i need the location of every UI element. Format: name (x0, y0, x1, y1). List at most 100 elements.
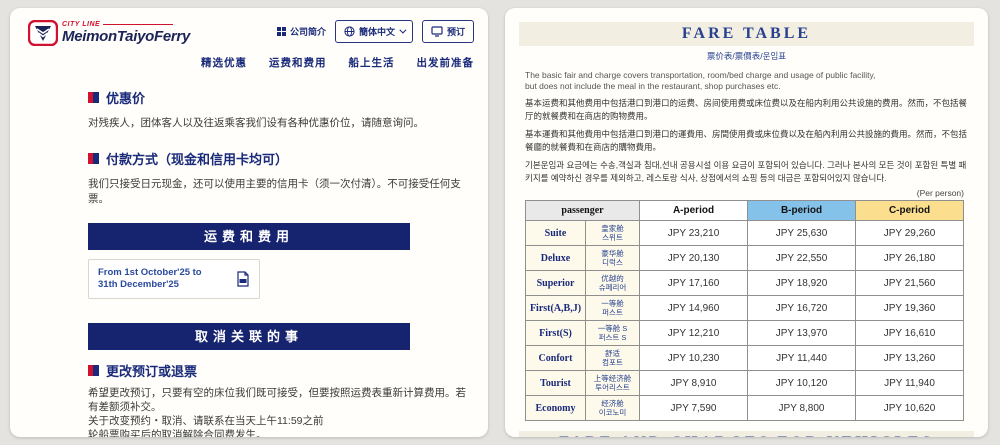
intro-chinese-traditional: 基本運費和其他費用中包括港口到港口的運費用、房間使用費或床位費以及在船內利用公共… (525, 128, 968, 154)
company-profile-label: 公司简介 (290, 25, 326, 38)
monitor-icon (431, 26, 443, 37)
fare-b-period: JPY 25,630 (748, 221, 856, 246)
fare-b-period: JPY 22,550 (748, 246, 856, 271)
cabin-class-cn: 皇家舱 (586, 224, 639, 234)
cabin-class-name: First(A,B,J) (526, 296, 586, 321)
nav-item[interactable]: 船上生活 (349, 55, 395, 70)
fare-c-period: JPY 11,940 (856, 371, 964, 396)
cabin-class-kr: 투어리스트 (586, 383, 639, 393)
intro-english-line: but does not include the meal in the res… (525, 81, 968, 92)
discount-section-title: 优惠价 (88, 88, 472, 107)
fare-a-period: JPY 8,910 (640, 371, 748, 396)
cabin-class-kr: 퍼스트 S (586, 333, 639, 343)
fare-c-period: JPY 10,620 (856, 396, 964, 421)
change-body-line: 轮船票购买后的取消解除合同费发生。 (88, 428, 472, 437)
cabin-class-cn: 一等舱 S (586, 324, 639, 334)
fare-c-period: JPY 29,260 (856, 221, 964, 246)
fare-b-period: JPY 16,720 (748, 296, 856, 321)
ferry-info-page: CITY LINE MeimonTaiyoFerry 公司简介 簡体中文 (10, 8, 488, 437)
cabin-class-name: First(S) (526, 321, 586, 346)
brand-logo[interactable]: CITY LINE MeimonTaiyoFerry (28, 20, 190, 46)
cabin-class-translation: 舒适 컴포트 (586, 346, 640, 371)
per-person-note: (Per person) (505, 188, 964, 198)
col-c-period: C-period (856, 201, 964, 221)
col-passenger: passenger (526, 201, 640, 221)
intro-korean: 기본운임과 요금에는 수송,객실과 침대,선내 공용시설 이용 요금이 포함되어… (525, 159, 968, 185)
intro-english: The basic fair and charge covers transpo… (525, 70, 968, 92)
fare-table-row: Suite 皇家舱 스위트 JPY 23,210 JPY 25,630 JPY … (526, 221, 964, 246)
fare-table-row: Economy 经济舱 이코노미 JPY 7,590 JPY 8,800 JPY… (526, 396, 964, 421)
cabin-class-translation: 经济舱 이코노미 (586, 396, 640, 421)
nav-item[interactable]: 精选优惠 (201, 55, 247, 70)
fare-table-row: First(A,B,J) 一等舱 퍼스트 JPY 14,960 JPY 16,7… (526, 296, 964, 321)
cabin-class-kr: 슈페리어 (586, 283, 639, 293)
fare-a-period: JPY 12,210 (640, 321, 748, 346)
fare-b-period: JPY 11,440 (748, 346, 856, 371)
fare-table-title-band: FARE TABLE (519, 22, 974, 46)
col-b-period: B-period (748, 201, 856, 221)
fare-a-period: JPY 23,210 (640, 221, 748, 246)
fare-a-period: JPY 10,230 (640, 346, 748, 371)
cabin-class-name: Confort (526, 346, 586, 371)
nav-item[interactable]: 运费和费用 (269, 55, 327, 70)
cabin-class-cn: 优越的 (586, 274, 639, 284)
fare-a-period: JPY 7,590 (640, 396, 748, 421)
cabin-class-translation: 一等舱 S 퍼스트 S (586, 321, 640, 346)
cabin-class-translation: 优越的 슈페리어 (586, 271, 640, 296)
fare-b-period: JPY 13,970 (748, 321, 856, 346)
language-selector[interactable]: 簡体中文 (335, 20, 413, 43)
booking-label: 预订 (447, 25, 465, 38)
cabin-class-name: Deluxe (526, 246, 586, 271)
cabin-class-name: Superior (526, 271, 586, 296)
site-header: CITY LINE MeimonTaiyoFerry 公司简介 簡体中文 (10, 8, 488, 70)
pdf-icon (236, 271, 250, 287)
cabin-class-cn: 经济舱 (586, 399, 639, 409)
section-bullet-icon (88, 153, 99, 164)
cabin-class-translation: 一等舱 퍼스트 (586, 296, 640, 321)
fare-c-period: JPY 13,260 (856, 346, 964, 371)
col-a-period: A-period (640, 201, 748, 221)
cabin-class-kr: 퍼스트 (586, 308, 639, 318)
fare-b-period: JPY 8,800 (748, 396, 856, 421)
fare-c-period: JPY 26,180 (856, 246, 964, 271)
chevron-down-icon (399, 27, 406, 34)
cabin-class-kr: 스위트 (586, 233, 639, 243)
cabin-class-cn: 上等经济舱 (586, 374, 639, 384)
discount-section-body: 对残疾人，团体客人以及往返乘客我们设有各种优惠价位，请随意询问。 (88, 116, 472, 131)
city-line-label: CITY LINE (62, 21, 100, 28)
fare-c-period: JPY 19,360 (856, 296, 964, 321)
fare-period-label: From 1st October'25 to 31th December'25 (98, 267, 218, 291)
main-nav: 精选优惠 运费和费用 船上生活 出发前准备 (28, 55, 474, 70)
cabin-class-kr: 이코노미 (586, 408, 639, 418)
fare-table-body: Suite 皇家舱 스위트 JPY 23,210 JPY 25,630 JPY … (526, 221, 964, 421)
fare-a-period: JPY 20,130 (640, 246, 748, 271)
cabin-class-name: Tourist (526, 371, 586, 396)
brand-name: MeimonTaiyoFerry (62, 28, 190, 45)
section-bullet-icon (88, 92, 99, 103)
fare-c-period: JPY 21,560 (856, 271, 964, 296)
grid-icon (277, 27, 286, 36)
fare-a-period: JPY 17,160 (640, 271, 748, 296)
company-profile-link[interactable]: 公司简介 (277, 25, 326, 38)
fare-b-period: JPY 18,920 (748, 271, 856, 296)
cabin-class-cn: 舒适 (586, 349, 639, 359)
ferry-funnel-logo-icon (28, 20, 58, 46)
fare-banner: 运费和费用 (88, 223, 410, 250)
vehicles-title-band: FARE AND CHARGES FOR VEHICLES (519, 431, 974, 437)
cabin-class-translation: 皇家舱 스위트 (586, 221, 640, 246)
cabin-class-name: Suite (526, 221, 586, 246)
logo-rule (103, 24, 173, 25)
fare-period-pdf-link[interactable]: From 1st October'25 to 31th December'25 (88, 259, 260, 299)
fare-table-row: Tourist 上等经济舱 투어리스트 JPY 8,910 JPY 10,120… (526, 371, 964, 396)
intro-chinese-simplified: 基本运费和其他费用中包括港口到港口的运费、房间使用费或床位费以及在船内利用公共设… (525, 97, 968, 123)
cancel-banner: 取消关联的事 (88, 323, 410, 350)
fare-table-header-row: passenger A-period B-period C-period (526, 201, 964, 221)
vehicles-title: FARE AND CHARGES FOR VEHICLES (559, 434, 933, 437)
fare-table-row: Confort 舒适 컴포트 JPY 10,230 JPY 11,440 JPY… (526, 346, 964, 371)
booking-button[interactable]: 预订 (422, 20, 474, 43)
fare-table-row: Deluxe 豪华舱 디럭스 JPY 20,130 JPY 22,550 JPY… (526, 246, 964, 271)
cabin-class-translation: 豪华舱 디럭스 (586, 246, 640, 271)
fare-table-subtitle: 票价表/票價表/운임표 (505, 50, 988, 62)
nav-item[interactable]: 出发前准备 (417, 55, 475, 70)
change-body-line: 希望更改预订，只要有空的床位我们既可接受，但要按照运费表重新计算费用。若有差额须… (88, 386, 472, 414)
